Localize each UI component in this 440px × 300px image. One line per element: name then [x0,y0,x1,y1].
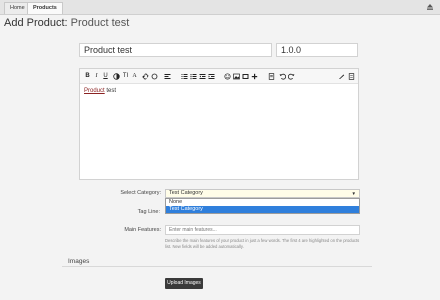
product-name-input[interactable]: Product test [79,43,272,57]
source-code-icon[interactable] [348,72,355,80]
image-icon[interactable] [233,72,240,80]
contrast-icon[interactable] [113,72,120,80]
upload-images-button[interactable]: Upload Images [165,278,203,289]
page-title: Add Product: Product test [4,17,129,29]
smiley-icon[interactable] [224,72,231,80]
unlink-icon[interactable] [151,72,158,80]
chevron-down-icon: ▼ [351,191,356,196]
category-select[interactable]: Test Category ▼ [165,189,360,198]
indent-icon[interactable] [208,72,215,80]
images-section-title: Images [68,258,90,265]
font-color-icon[interactable]: A [131,72,138,80]
editor-text: test [104,88,117,94]
italic-icon[interactable]: I [93,72,100,80]
dropdown-option-none[interactable]: None [166,199,359,206]
main-features-help: Describe the main features of your produ… [165,238,360,249]
main-features-label: Main Features: [124,227,161,233]
version-input[interactable]: 1.0.0 [276,43,358,57]
numbered-list-icon[interactable] [190,72,197,80]
tab-products[interactable]: Products [27,2,63,14]
category-selected-value: Test Category [169,190,203,196]
editor-content[interactable]: Product test [80,84,358,98]
font-size-icon[interactable]: TI [122,72,129,80]
product-name-value: Product test [84,45,133,55]
undo-icon[interactable] [279,72,286,80]
editor-toolbar: B I U TI A [80,69,358,84]
page-title-product: Product test [70,17,130,29]
rich-text-editor[interactable]: B I U TI A Product test [79,68,359,180]
editor-link[interactable]: Product [84,88,105,94]
redo-icon[interactable] [288,72,295,80]
align-icon[interactable] [164,72,171,80]
category-dropdown[interactable]: None Test Category [165,198,360,214]
version-value: 1.0.0 [281,45,302,55]
main-features-input[interactable] [165,225,360,235]
select-category-label: Select Category: [120,190,161,196]
clear-format-icon[interactable] [338,72,345,80]
document-icon[interactable] [268,72,275,80]
section-divider [62,266,372,267]
tagline-label: Tag Line: [137,209,160,215]
eject-icon[interactable] [426,3,434,11]
dropdown-option-test-category[interactable]: Test Category [166,206,359,213]
bold-icon[interactable]: B [84,72,91,80]
bullet-list-icon[interactable] [181,72,188,80]
page-title-label: Add Product: [4,17,68,29]
outdent-icon[interactable] [199,72,206,80]
top-nav-bar: Home Products [0,0,440,15]
underline-icon[interactable]: U [102,72,109,80]
plus-icon[interactable] [251,72,258,80]
link-icon[interactable] [142,72,149,80]
video-icon[interactable] [242,72,249,80]
